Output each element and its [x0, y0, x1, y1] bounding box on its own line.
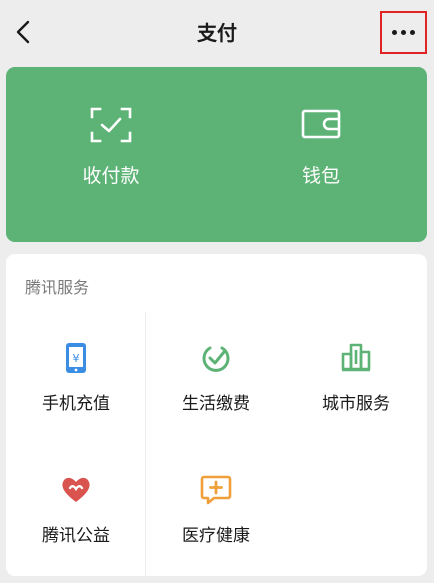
service-city-services[interactable]: 城市服务 — [286, 312, 426, 432]
service-tencent-charity[interactable]: 腾讯公益 — [6, 444, 146, 564]
more-dots-icon — [392, 30, 415, 35]
section-title: 腾讯服务 — [25, 278, 90, 297]
nav-bar: 支付 — [0, 0, 434, 64]
service-utility-bill[interactable]: 生活缴费 — [146, 312, 286, 432]
medical-chat-icon — [200, 475, 232, 505]
phone-recharge-icon: ¥ — [66, 343, 86, 373]
service-phone-recharge[interactable]: ¥ 手机充值 — [6, 312, 146, 432]
wallet-icon — [301, 109, 341, 139]
utility-bill-icon — [202, 346, 230, 372]
service-label: 手机充值 — [42, 394, 110, 414]
wallet-button[interactable]: 钱包 — [216, 67, 426, 242]
service-label: 生活缴费 — [182, 394, 250, 414]
service-label: 腾讯公益 — [42, 526, 110, 546]
service-label: 医疗健康 — [182, 526, 250, 546]
wallet-label: 钱包 — [301, 165, 340, 187]
more-options-button[interactable] — [380, 11, 427, 54]
service-label: 城市服务 — [322, 394, 390, 414]
receive-pay-label: 收付款 — [82, 165, 140, 187]
receive-pay-button[interactable]: 收付款 — [6, 67, 216, 242]
service-medical-health[interactable]: 医疗健康 — [146, 444, 286, 564]
tencent-services-card: 腾讯服务 ¥ 手机充值 生活缴费 城市服务 腾讯公益 医疗健康 — [6, 254, 427, 576]
city-building-icon — [341, 343, 371, 372]
payment-card: 收付款 钱包 — [6, 67, 427, 242]
charity-heart-icon — [62, 477, 90, 502]
scan-check-icon — [90, 107, 132, 143]
page-title: 支付 — [197, 21, 237, 45]
svg-text:¥: ¥ — [73, 352, 80, 365]
